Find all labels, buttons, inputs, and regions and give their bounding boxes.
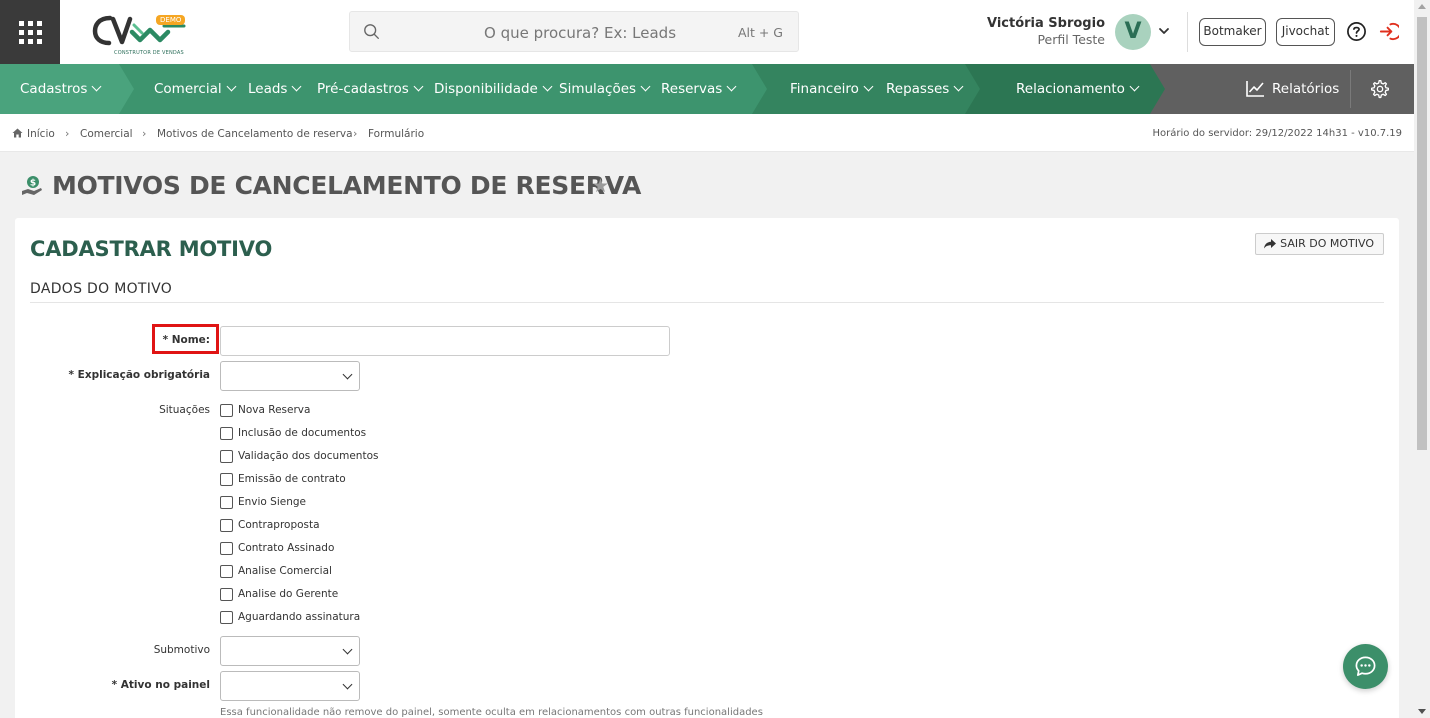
divider — [30, 302, 1384, 303]
checkbox[interactable] — [220, 404, 233, 417]
form-card: CADASTRAR MOTIVO SAIR DO MOTIVO DADOS DO… — [15, 218, 1399, 718]
explicacao-select[interactable] — [220, 361, 360, 391]
section-title: DADOS DO MOTIVO — [30, 281, 173, 297]
chevron-right-icon: › — [353, 127, 358, 140]
botmaker-button[interactable]: Botmaker — [1199, 18, 1266, 46]
scroll-down-arrow-icon[interactable] — [1418, 709, 1426, 714]
submotivo-label: Submotivo — [153, 644, 210, 656]
line-chart-icon — [1246, 81, 1264, 97]
chevron-down-icon — [726, 81, 737, 92]
chevron-down-icon — [226, 81, 237, 92]
nav-relatorios[interactable]: Relatórios — [1246, 64, 1339, 114]
nome-input[interactable] — [220, 326, 670, 356]
scroll-up-arrow-icon[interactable] — [1418, 4, 1426, 9]
divider — [1187, 12, 1188, 52]
chevron-down-icon[interactable] — [1158, 24, 1170, 38]
nav-simulacoes[interactable]: Simulações — [559, 64, 651, 114]
ativo-label: * Ativo no painel — [111, 679, 210, 691]
nav-pre-cadastros[interactable]: Pré-cadastros — [317, 64, 424, 114]
chevron-down-icon — [863, 81, 874, 92]
chevron-down-icon — [342, 644, 353, 655]
user-name[interactable]: Victória Sbrogio — [987, 16, 1105, 31]
breadcrumb-motivos[interactable]: Motivos de Cancelamento de reserva — [157, 128, 353, 140]
explicacao-label: * Explicação obrigatória — [68, 369, 211, 381]
divider — [1350, 70, 1351, 108]
chevron-down-icon — [1129, 81, 1140, 92]
checkbox[interactable] — [220, 542, 233, 555]
chevron-down-icon — [953, 81, 964, 92]
top-bar: CONSTRUTOR DE VENDAS DEMO O que procura?… — [0, 0, 1430, 64]
chevron-down-icon — [640, 81, 651, 92]
chevron-right-icon: › — [142, 127, 147, 140]
chevron-down-icon — [342, 369, 353, 380]
chat-bubble-icon — [1355, 656, 1376, 676]
exit-motivo-button[interactable]: SAIR DO MOTIVO — [1255, 233, 1384, 255]
jivochat-button[interactable]: Jivochat — [1276, 18, 1335, 46]
nav-cadastros[interactable]: Cadastros — [20, 64, 102, 114]
ativo-select[interactable] — [220, 671, 360, 701]
chevron-down-icon — [413, 81, 424, 92]
avatar[interactable]: V — [1115, 14, 1151, 50]
card-title: CADASTRAR MOTIVO — [30, 237, 273, 261]
user-profile: Perfil Teste — [1037, 32, 1105, 47]
star-icon[interactable]: ★ — [592, 175, 609, 197]
chevron-down-icon — [91, 81, 102, 92]
nav-disponibilidade[interactable]: Disponibilidade — [434, 64, 553, 114]
server-time: Horário do servidor: 29/12/2022 14h31 - … — [1152, 128, 1402, 139]
checkbox[interactable] — [220, 565, 233, 578]
apps-grid-button[interactable] — [0, 0, 60, 64]
ativo-hint: Essa funcionalidade não remove do painel… — [220, 707, 763, 718]
nome-label: * Nome: — [162, 334, 210, 346]
breadcrumb: Início › Comercial › Motivos de Cancelam… — [0, 114, 1414, 152]
search-icon — [364, 24, 379, 39]
checkbox[interactable] — [220, 496, 233, 509]
scrollbar-thumb[interactable] — [1417, 17, 1427, 450]
nav-repasses[interactable]: Repasses — [886, 64, 964, 114]
chevron-down-icon — [542, 81, 553, 92]
checkbox[interactable] — [220, 588, 233, 601]
submotivo-select[interactable] — [220, 636, 360, 666]
grid-icon — [18, 20, 42, 44]
nav-leads[interactable]: Leads — [248, 64, 302, 114]
scrollbar[interactable] — [1414, 0, 1430, 718]
search-shortcut: Alt + G — [737, 25, 783, 40]
search-box[interactable]: O que procura? Ex: Leads Alt + G — [349, 11, 799, 52]
home-icon — [12, 128, 23, 138]
nav-reservas[interactable]: Reservas — [661, 64, 737, 114]
help-icon[interactable] — [1346, 21, 1367, 42]
chevron-right-icon: › — [65, 127, 70, 140]
checkbox[interactable] — [220, 519, 233, 532]
breadcrumb-comercial[interactable]: Comercial — [80, 128, 133, 140]
chevron-down-icon — [292, 81, 302, 92]
page-title: MOTIVOS DE CANCELAMENTO DE RESERVA — [52, 171, 642, 200]
nav-financeiro[interactable]: Financeiro — [790, 64, 874, 114]
checkbox[interactable] — [220, 427, 233, 440]
chat-button[interactable] — [1343, 644, 1388, 689]
nav-comercial[interactable]: Comercial — [154, 64, 237, 114]
checkbox[interactable] — [220, 450, 233, 463]
nav-relacionamento[interactable]: Relacionamento — [1016, 64, 1140, 114]
chevron-down-icon — [342, 679, 353, 690]
checkbox[interactable] — [220, 611, 233, 624]
money-hand-icon: $ — [22, 176, 42, 195]
share-arrow-icon — [1264, 239, 1277, 249]
demo-badge: DEMO — [156, 15, 186, 25]
logout-icon[interactable] — [1378, 21, 1399, 42]
logo-text: CONSTRUTOR DE VENDAS — [114, 50, 184, 56]
main-nav: Cadastros Comercial Leads Pré-cadastros … — [0, 64, 1414, 114]
situacoes-label: Situações — [159, 404, 210, 416]
gear-icon[interactable] — [1370, 79, 1390, 99]
breadcrumb-formulario: Formulário — [368, 128, 425, 140]
checkbox[interactable] — [220, 473, 233, 486]
search-placeholder: O que procura? Ex: Leads — [484, 24, 677, 42]
breadcrumb-inicio[interactable]: Início — [27, 128, 55, 140]
svg-text:$: $ — [30, 179, 36, 189]
